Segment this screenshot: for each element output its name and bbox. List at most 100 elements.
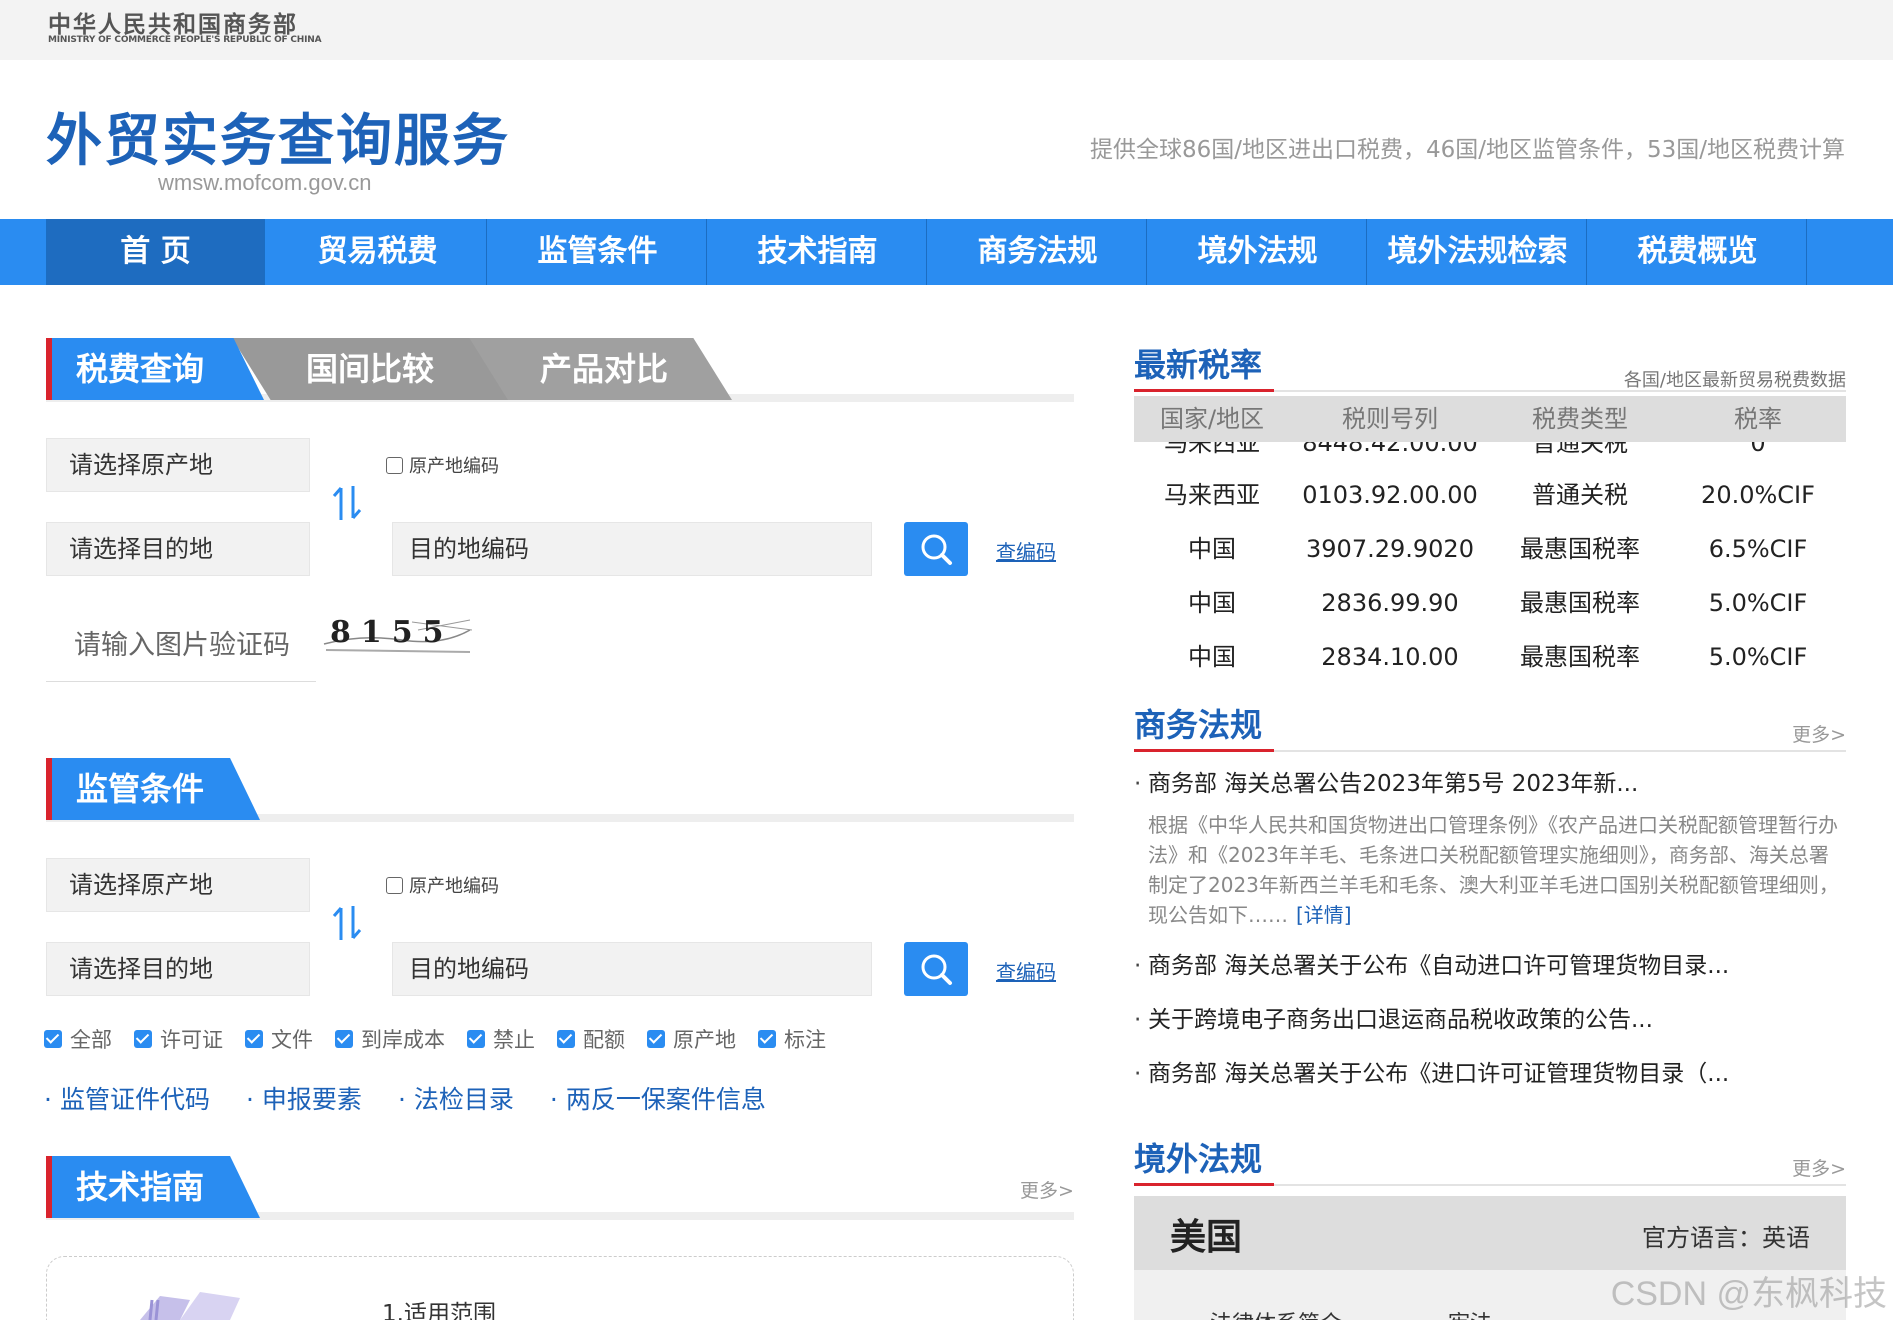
check-marking[interactable]: 标注 xyxy=(758,1024,826,1054)
cell-rate: 6.5%CIF xyxy=(1708,535,1808,563)
checkbox-icon[interactable] xyxy=(386,456,403,474)
nav-item-tech-guide[interactable]: 技术指南 xyxy=(709,219,927,285)
news-item-title[interactable]: 关于跨境电子商务出口退运商品税收政策的公告... xyxy=(1134,998,1846,1052)
check-label: 原产地 xyxy=(673,1028,736,1052)
col-tariff-code: 税则号列 xyxy=(1342,405,1438,433)
check-quota[interactable]: 配额 xyxy=(557,1024,625,1054)
destination-select[interactable]: 请选择目的地 xyxy=(46,522,310,576)
tech-guide-item[interactable]: 1.适用范围 xyxy=(382,1294,496,1320)
latest-rates-title: 最新税率 xyxy=(1134,346,1263,384)
origin-select[interactable]: 请选择原产地 xyxy=(46,438,310,492)
cell-type: 最惠国税率 xyxy=(1520,535,1640,563)
tech-guide-more-link[interactable]: 更多> xyxy=(1020,1176,1074,1203)
country-card-header: 美国 官方语言：英语 xyxy=(1134,1196,1846,1270)
main-nav: 首 页 贸易税费 监管条件 技术指南 商务法规 境外法规 境外法规检索 税费概览 xyxy=(0,219,1893,285)
table-row[interactable]: 马来西亚 0103.92.00.00 普通关税 20.0%CIF xyxy=(1134,468,1846,522)
reg-search-button[interactable] xyxy=(904,942,968,996)
official-language: 官方语言：英语 xyxy=(1642,1224,1810,1252)
country-name[interactable]: 美国 xyxy=(1170,1208,1242,1260)
captcha-input[interactable]: 请输入图片验证码 xyxy=(46,610,316,682)
tab-country-compare[interactable]: 国间比较 xyxy=(232,338,508,400)
table-row[interactable]: 中国 2836.99.90 最惠国税率 5.0%CIF xyxy=(1134,576,1846,630)
book-illustration-icon xyxy=(140,1292,240,1320)
latest-rates-subtitle: 各国/地区最新贸易税费数据 xyxy=(1623,370,1846,391)
nav-item-home[interactable]: 首 页 xyxy=(47,219,265,285)
regulatory-tabbar: 监管条件 xyxy=(46,758,1074,822)
heading-accent xyxy=(1134,749,1274,752)
check-document[interactable]: 文件 xyxy=(245,1024,313,1054)
law-system-link[interactable]: 法律体系简介 xyxy=(1210,1312,1342,1320)
check-label: 标注 xyxy=(784,1028,826,1052)
check-landed-cost[interactable]: 到岸成本 xyxy=(335,1024,445,1054)
search-icon xyxy=(921,534,952,565)
ministry-name-cn: 中华人民共和国商务部 xyxy=(48,12,298,38)
checkbox-icon[interactable] xyxy=(386,876,403,894)
nav-item-foreign-law[interactable]: 境外法规 xyxy=(1149,219,1367,285)
cell-code: 2836.99.90 xyxy=(1321,589,1459,617)
cell-country: 马来西亚 xyxy=(1164,481,1260,509)
check-all[interactable]: 全部 xyxy=(44,1024,112,1054)
origin-code-label: 原产地编码 xyxy=(409,876,499,897)
check-prohibited[interactable]: 禁止 xyxy=(467,1024,535,1054)
nav-item-tax-overview[interactable]: 税费概览 xyxy=(1589,219,1807,285)
checked-icon xyxy=(335,1030,353,1048)
destination-code-input[interactable]: 目的地编码 xyxy=(392,522,872,576)
link-declaration-elements[interactable]: 申报要素 xyxy=(246,1080,362,1116)
swap-icon[interactable] xyxy=(330,904,364,942)
latest-rates-table: 国家/地区 税则号列 税费类型 税率 马来西亚 8448.42.00.00 普通… xyxy=(1134,396,1846,686)
link-trade-remedy-cases[interactable]: 两反一保案件信息 xyxy=(550,1080,766,1116)
col-rate: 税率 xyxy=(1734,405,1782,433)
link-certificate-codes[interactable]: 监管证件代码 xyxy=(44,1080,210,1116)
commerce-law-title: 商务法规 xyxy=(1134,706,1263,744)
reg-origin-code-checkbox[interactable]: 原产地编码 xyxy=(386,872,499,898)
heading-accent xyxy=(1134,389,1274,392)
site-title[interactable]: 外贸实务查询服务 xyxy=(46,96,510,177)
foreign-law-more-link[interactable]: 更多> xyxy=(1792,1154,1846,1181)
cell-type: 最惠国税率 xyxy=(1520,643,1640,671)
news-detail-link[interactable]: [详情] xyxy=(1296,903,1352,927)
news-summary-text: 根据《中华人民共和国货物进出口管理条例》《农产品进口关税配额管理暂行办法》和《2… xyxy=(1148,813,1839,927)
checked-icon xyxy=(245,1030,263,1048)
news-item-title[interactable]: 商务部 海关总署关于公布《自动进口许可管理货物目录... xyxy=(1134,944,1846,998)
captcha-text: 8155 xyxy=(330,615,454,650)
search-button[interactable] xyxy=(904,522,968,576)
top-bar: 中华人民共和国商务部 MINISTRY OF COMMERCE PEOPLE'S… xyxy=(0,0,1893,60)
cell-code: 3907.29.9020 xyxy=(1306,535,1474,563)
table-row[interactable]: 中国 3907.29.9020 最惠国税率 6.5%CIF xyxy=(1134,522,1846,576)
tab-tax-query[interactable]: 税费查询 xyxy=(46,338,264,400)
captcha-image[interactable]: 8155 xyxy=(322,600,472,658)
table-row[interactable]: 中国 2834.10.00 最惠国税率 5.0%CIF xyxy=(1134,630,1846,684)
row-separator: — xyxy=(1409,1312,1431,1320)
table-row: 马来西亚 8448.42.00.00 普通关税 0 xyxy=(1134,442,1846,470)
news-item-title[interactable]: 商务部 海关总署关于公布《进口许可证管理货物目录（... xyxy=(1134,1052,1846,1106)
nav-item-trade-tax[interactable]: 贸易税费 xyxy=(269,219,487,285)
origin-code-checkbox[interactable]: 原产地编码 xyxy=(386,452,499,478)
nav-item-commerce-law[interactable]: 商务法规 xyxy=(929,219,1147,285)
cell-code: 2834.10.00 xyxy=(1321,643,1459,671)
checked-icon xyxy=(557,1030,575,1048)
reg-destination-code-input[interactable]: 目的地编码 xyxy=(392,942,872,996)
lookup-code-link[interactable]: 查编码 xyxy=(996,536,1056,565)
swap-icon[interactable] xyxy=(330,484,364,522)
constitution-link[interactable]: 宪法 xyxy=(1448,1312,1492,1320)
check-origin[interactable]: 原产地 xyxy=(647,1024,736,1054)
reg-destination-select[interactable]: 请选择目的地 xyxy=(46,942,310,996)
cell-country: 中国 xyxy=(1188,589,1236,617)
country-law-row: 法律体系简介 — 宪法 xyxy=(1210,1306,1492,1320)
table-body: 马来西亚 8448.42.00.00 普通关税 0 马来西亚 0103.92.0… xyxy=(1134,442,1846,686)
commerce-law-list: 商务部 海关总署公告2023年第5号 2023年新... 根据《中华人民共和国货… xyxy=(1134,762,1846,1106)
news-item-title[interactable]: 商务部 海关总署公告2023年第5号 2023年新... xyxy=(1134,762,1846,816)
reg-lookup-code-link[interactable]: 查编码 xyxy=(996,956,1056,985)
checked-icon xyxy=(467,1030,485,1048)
col-country: 国家/地区 xyxy=(1159,405,1265,433)
check-license[interactable]: 许可证 xyxy=(134,1024,223,1054)
heading-accent xyxy=(1134,1183,1274,1186)
nav-item-regulatory[interactable]: 监管条件 xyxy=(489,219,707,285)
check-label: 配额 xyxy=(583,1028,625,1052)
regulatory-quick-links: 监管证件代码 申报要素 法检目录 两反一保案件信息 xyxy=(44,1080,766,1116)
link-inspection-catalog[interactable]: 法检目录 xyxy=(398,1080,514,1116)
commerce-law-more-link[interactable]: 更多> xyxy=(1792,720,1846,747)
check-label: 全部 xyxy=(70,1028,112,1052)
nav-item-foreign-law-search[interactable]: 境外法规检索 xyxy=(1369,219,1587,285)
reg-origin-select[interactable]: 请选择原产地 xyxy=(46,858,310,912)
